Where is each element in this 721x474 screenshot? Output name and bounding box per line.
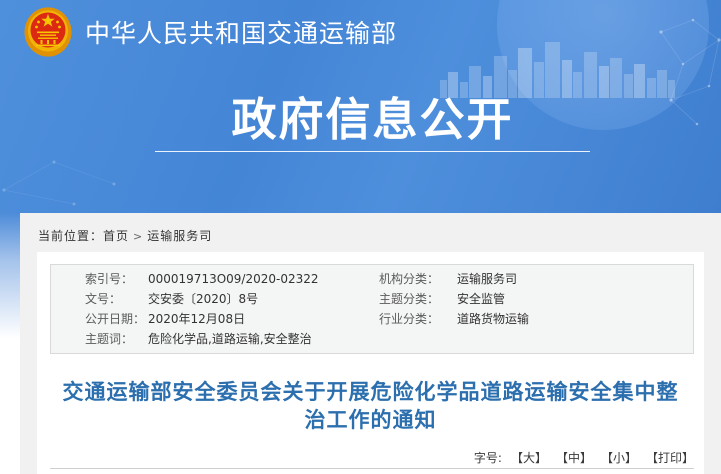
meta-label: 文号： [85,289,148,309]
font-size-controls: 字号: 【大】 【中】 【小】 【打印】 [474,449,694,466]
page-root: 中华人民共和国交通运输部 政府信息公开 当前位置：首页 > 运输服务司 索引号： 0… [0,0,721,474]
breadcrumb-label: 当前位置： [38,229,103,243]
meta-label: 索引号： [85,269,148,289]
breadcrumb-separator: > [133,230,143,243]
font-small-button[interactable]: 【小】 [601,449,637,466]
font-large-button[interactable]: 【大】 [511,449,547,466]
breadcrumb-current-link[interactable]: 运输服务司 [147,229,212,243]
font-size-label: 字号: [474,449,502,466]
site-name[interactable]: 中华人民共和国交通运输部 [85,14,397,50]
meta-label: 主题词： [85,329,148,349]
network-dots-decoration-left [0,150,134,210]
meta-label: 主题分类： [379,289,457,309]
meta-value-publish-date: 2020年12月08日 [148,309,379,329]
meta-label: 机构分类： [379,269,457,289]
meta-value-org-category: 运输服务司 [457,269,693,289]
network-dots-decoration [653,12,721,132]
page-title: 政府信息公开 [155,95,590,145]
content-divider [50,468,694,469]
meta-value-topic-category: 安全监管 [457,289,693,309]
meta-value-keywords: 危险化学品,道路运输,安全整治 [148,329,379,349]
meta-label: 行业分类： [379,309,457,329]
print-button[interactable]: 【打印】 [646,449,694,466]
meta-value-index-number: 000019713O09/2020-02322 [148,269,379,289]
city-skyline-decoration [440,36,675,98]
meta-value-empty [457,329,693,349]
article-container: 索引号： 000019713O09/2020-02322 机构分类： 运输服务司… [37,252,704,474]
site-banner: 中华人民共和国交通运输部 政府信息公开 [0,0,721,213]
meta-label: 公开日期： [85,309,148,329]
meta-value-doc-number: 交安委〔2020〕8号 [148,289,379,309]
font-medium-button[interactable]: 【中】 [556,449,592,466]
banner-page-title-block: 政府信息公开 [155,95,590,152]
meta-value-industry-category: 道路货物运输 [457,309,693,329]
left-gradient-decoration [0,213,20,345]
site-header: 中华人民共和国交通运输部 [24,7,397,57]
meta-label [379,329,457,349]
breadcrumb-home-link[interactable]: 首页 [103,229,129,243]
document-metadata-table: 索引号： 000019713O09/2020-02322 机构分类： 运输服务司… [50,264,694,354]
breadcrumb: 当前位置：首页 > 运输服务司 [38,227,212,244]
national-emblem-icon [24,7,72,57]
document-title: 交通运输部安全委员会关于开展危险化学品道路运输安全集中整治工作的通知 [53,378,688,434]
